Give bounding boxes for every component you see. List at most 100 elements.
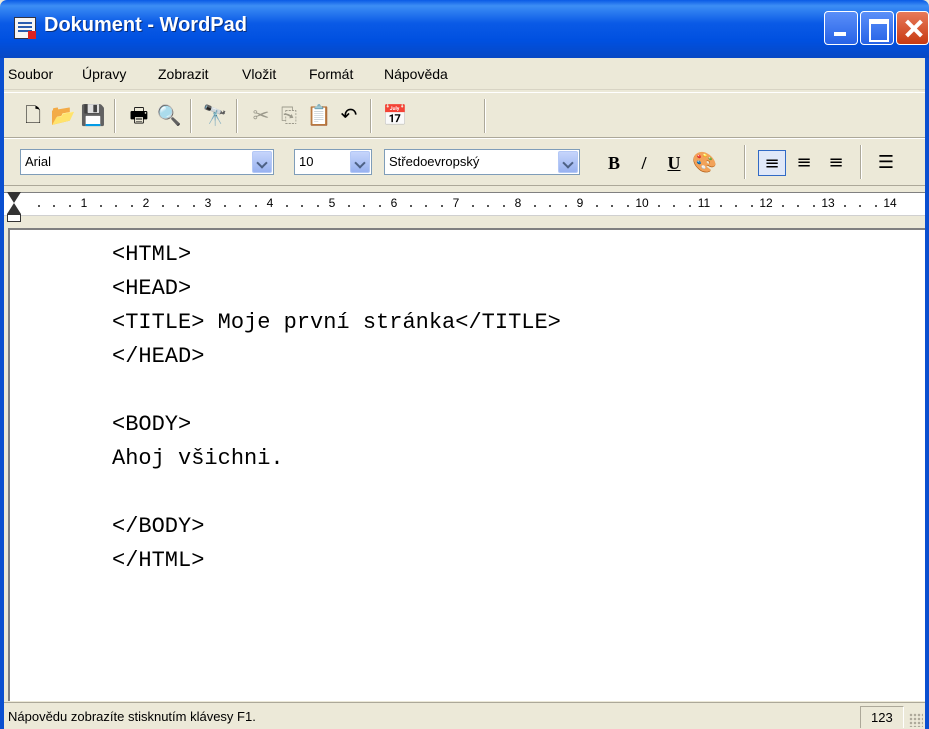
- menu-napoveda[interactable]: Nápověda: [384, 66, 448, 82]
- menu-zobrazit[interactable]: Zobrazit: [158, 66, 209, 82]
- ruler-number: 1: [80, 196, 88, 210]
- menu-upravy[interactable]: Úpravy: [82, 66, 126, 82]
- new-document-icon[interactable]: 🗋: [20, 102, 46, 128]
- menu-format[interactable]: Formát: [309, 66, 353, 82]
- align-left-button[interactable]: ≡: [758, 150, 786, 176]
- script-value: Středoevropský: [389, 154, 480, 169]
- underline-button[interactable]: U: [662, 152, 686, 174]
- date-time-icon[interactable]: 📅: [382, 102, 408, 128]
- font-value: Arial: [25, 154, 52, 169]
- menu-bar: Soubor Úpravy Zobrazit Vložit Formát Náp…: [4, 58, 925, 90]
- ruler-tick: [688, 205, 691, 207]
- chevron-down-icon[interactable]: [350, 151, 370, 173]
- menu-soubor[interactable]: Soubor: [8, 66, 53, 82]
- ruler-tick: [487, 205, 489, 207]
- chevron-down-icon[interactable]: [558, 151, 578, 173]
- align-right-button[interactable]: ≡: [822, 150, 850, 176]
- ruler-tick: [533, 205, 536, 207]
- ruler-number: 3: [204, 196, 212, 210]
- wordpad-app-icon[interactable]: [14, 17, 36, 39]
- document-line: <HTML>: [112, 242, 192, 267]
- toolbar-separator: [744, 145, 746, 179]
- chevron-down-icon[interactable]: [252, 151, 272, 173]
- ruler-tick: [223, 205, 226, 207]
- ruler-tick: [564, 205, 567, 207]
- ruler-tick: [363, 205, 365, 207]
- window-title: Dokument - WordPad: [44, 14, 247, 36]
- script-combobox[interactable]: Středoevropský: [384, 149, 580, 175]
- resize-grip-icon[interactable]: [909, 713, 923, 727]
- toolbar-separator: [190, 99, 192, 133]
- maximize-button[interactable]: [860, 11, 894, 45]
- toolbar-separator: [114, 99, 116, 133]
- ruler-number: 11: [697, 196, 711, 210]
- ruler[interactable]: 1 2 3 4 5 6 7 8 9 10 11 12 13 14: [4, 186, 925, 228]
- toolbar-separator: [236, 99, 238, 133]
- ruler-tick: [735, 205, 737, 207]
- ruler-tick: [549, 205, 551, 207]
- title-bar[interactable]: Dokument - WordPad: [0, 0, 929, 58]
- font-size-combobox[interactable]: 10: [294, 149, 372, 175]
- ruler-tick: [285, 205, 288, 207]
- ruler-tick: [53, 205, 55, 207]
- bullets-button[interactable]: ☰: [872, 150, 900, 176]
- menu-vlozit[interactable]: Vložit: [242, 66, 276, 82]
- bold-button[interactable]: B: [602, 152, 626, 174]
- document-line: <TITLE> Moje první stránka</TITLE>: [112, 310, 561, 335]
- ruler-strip: 1 2 3 4 5 6 7 8 9 10 11 12 13 14: [4, 192, 925, 216]
- ruler-number: 14: [883, 196, 897, 210]
- ruler-tick: [37, 205, 40, 207]
- italic-button[interactable]: /: [632, 152, 656, 174]
- ruler-number: 4: [266, 196, 274, 210]
- indent-marker-icon[interactable]: [7, 192, 21, 224]
- cut-icon[interactable]: ✂: [248, 102, 274, 128]
- print-preview-icon[interactable]: 🔍: [156, 102, 182, 128]
- close-button[interactable]: [896, 11, 929, 45]
- font-combobox[interactable]: Arial: [20, 149, 274, 175]
- ruler-tick: [440, 205, 443, 207]
- color-palette-icon[interactable]: 🎨: [692, 152, 717, 174]
- ruler-tick: [797, 205, 799, 207]
- find-icon[interactable]: 🔭: [202, 102, 228, 128]
- save-icon[interactable]: 💾: [80, 102, 106, 128]
- document-line: </HEAD>: [112, 344, 205, 369]
- status-panel: 123: [860, 706, 904, 728]
- ruler-number: 7: [452, 196, 460, 210]
- print-icon[interactable]: 🖶: [126, 102, 152, 128]
- ruler-tick: [192, 205, 195, 207]
- minimize-button[interactable]: [824, 11, 858, 45]
- ruler-tick: [425, 205, 427, 207]
- ruler-number: 2: [142, 196, 150, 210]
- ruler-tick: [657, 205, 660, 207]
- document-line: Ahoj všichni.: [112, 446, 284, 471]
- ruler-tick: [409, 205, 412, 207]
- ruler-tick: [301, 205, 303, 207]
- ruler-number: 5: [328, 196, 336, 210]
- toolbar-separator: [370, 99, 372, 133]
- ruler-tick: [859, 205, 861, 207]
- wordpad-window: Dokument - WordPad Soubor Úpravy Zobrazi…: [0, 0, 929, 729]
- document-area[interactable]: <HTML> <HEAD> <TITLE> Moje první stránka</…: [8, 228, 925, 701]
- standard-toolbar: 🗋 📂 💾 🖶 🔍 🔭 ✂ ⎘ 📋 ↶ 📅: [4, 92, 925, 138]
- status-bar: Nápovědu zobrazíte stisknutím klávesy F1…: [4, 702, 925, 729]
- open-folder-icon[interactable]: 📂: [50, 102, 76, 128]
- ruler-number: 12: [759, 196, 773, 210]
- ruler-number: 6: [390, 196, 398, 210]
- align-center-button[interactable]: ≡: [790, 150, 818, 176]
- format-toolbar: Arial 10 Středoevropský B / U 🎨 ≡ ≡ ≡ ☰: [4, 138, 925, 186]
- ruler-tick: [595, 205, 598, 207]
- ruler-tick: [347, 205, 350, 207]
- ruler-number: 8: [514, 196, 522, 210]
- ruler-number: 13: [821, 196, 835, 210]
- paste-icon[interactable]: 📋: [306, 102, 332, 128]
- document-line: </HTML>: [112, 548, 205, 573]
- ruler-tick: [177, 205, 179, 207]
- ruler-tick: [812, 205, 815, 207]
- ruler-tick: [673, 205, 675, 207]
- ruler-tick: [130, 205, 133, 207]
- undo-icon[interactable]: ↶: [336, 102, 362, 128]
- ruler-tick: [781, 205, 784, 207]
- ruler-tick: [115, 205, 117, 207]
- copy-icon[interactable]: ⎘: [276, 102, 302, 128]
- window-border-right: [925, 58, 929, 729]
